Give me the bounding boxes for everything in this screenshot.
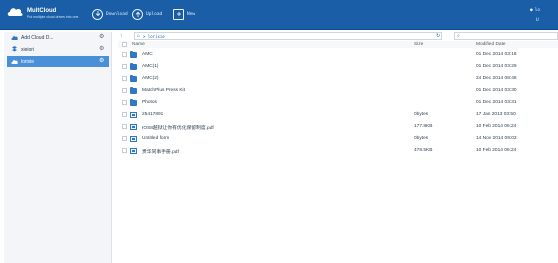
file-name[interactable]: IOS8越狱让你有优化保留制度.pdf (142, 124, 214, 131)
back-icon[interactable]: ↑ (120, 33, 123, 39)
file-date: 10 Feb 2014 06:24 (476, 124, 517, 129)
file-date: 10 Feb 2014 06:24 (476, 148, 517, 153)
folder-icon (130, 63, 137, 70)
row-checkbox[interactable] (122, 112, 127, 117)
file-date: 24 Dec 2014 08:46 (476, 76, 517, 81)
file-date: 01 Dec 2014 03:29 (476, 64, 517, 69)
user-menu[interactable]: ● lo (530, 8, 540, 13)
folder-icon (130, 51, 137, 58)
folder-icon (130, 99, 137, 106)
table-header: Name Size Modified Date (118, 41, 558, 48)
select-all-checkbox[interactable] (122, 42, 127, 47)
file-size: 177.8KB (414, 124, 433, 129)
breadcrumb: ⌂ > lorixie (134, 32, 442, 40)
file-size: 0bytes (414, 136, 429, 141)
file-date: 01 Dec 2014 03:31 (476, 100, 517, 105)
file-name[interactable]: 25417891 (142, 112, 163, 117)
upload-button[interactable]: Upload (132, 7, 162, 21)
file-name[interactable]: 贵华同事手册.pdf (142, 148, 179, 155)
file-browser: ↑ ⌂ > lorixie ↻ ⌕ Name Size Modified Dat… (114, 32, 558, 263)
file-name[interactable]: Untitled form (142, 136, 169, 141)
user-name: lo (534, 8, 541, 13)
row-checkbox[interactable] (122, 64, 127, 69)
file-date: 14 Nov 2014 09:03 (476, 136, 517, 141)
file-name[interactable]: MatchPlus Press Kit (142, 88, 185, 93)
row-checkbox[interactable] (122, 136, 127, 141)
gear-icon[interactable]: ⚙ (99, 46, 105, 52)
download-button[interactable]: Download (92, 7, 128, 21)
table-row[interactable]: 贵华同事手册.pdf 478.5KB 10 Feb 2014 06:24 (118, 145, 558, 156)
upload-icon (132, 8, 143, 20)
table-row[interactable]: MatchPlus Press Kit 01 Dec 2014 03:30 (118, 85, 558, 96)
file-icon (130, 136, 137, 142)
file-name[interactable]: AMC(2) (142, 76, 159, 81)
file-name[interactable]: AMC(1) (142, 64, 159, 69)
file-size: 478.5KB (414, 148, 433, 153)
sidebar-item-label: xieiori (21, 46, 35, 53)
sidebar-item-add-cloud[interactable]: Add Cloud D... ⚙ (7, 32, 109, 43)
file-date: 01 Dec 2014 03:30 (476, 88, 517, 93)
multcloud-logo-icon (7, 8, 23, 16)
file-icon (130, 124, 137, 130)
dropbox-icon (11, 46, 18, 53)
sidebar-item-label: lorixie (21, 58, 35, 65)
search-icon: ⌕ (457, 33, 460, 39)
user-secondary: U (536, 18, 539, 23)
folder-icon (130, 87, 137, 94)
table-row[interactable]: Untitled form 0bytes 14 Nov 2014 09:03 (118, 133, 558, 144)
refresh-icon[interactable]: ↻ (436, 33, 440, 39)
gear-icon[interactable]: ⚙ (99, 58, 105, 64)
upload-label: Upload (146, 11, 163, 17)
column-size[interactable]: Size (414, 42, 423, 47)
search-input[interactable]: ⌕ (454, 32, 558, 40)
row-checkbox[interactable] (122, 76, 127, 81)
path-bar: ↑ ⌂ > lorixie ↻ ⌕ (118, 32, 558, 41)
sidebar-item-label: Add Cloud D... (21, 34, 54, 41)
new-label: New (187, 11, 196, 17)
file-size: 0bytes (414, 112, 429, 117)
file-name[interactable]: Photos (142, 100, 157, 105)
brand-name: MultCloud (27, 8, 57, 14)
folder-icon (130, 75, 137, 82)
column-modified[interactable]: Modified Date (476, 42, 506, 47)
file-icon (130, 112, 137, 118)
new-folder-icon (173, 8, 184, 20)
brand-tagline: Put multiple cloud drives into one. (27, 15, 80, 19)
table-row[interactable]: 25417891 0bytes 17 Jan 2013 03:50 (118, 109, 558, 120)
row-checkbox[interactable] (122, 100, 127, 105)
file-name[interactable]: AMC (142, 52, 153, 57)
user-icon: ● (530, 8, 533, 13)
table-row[interactable]: AMC 01 Dec 2014 03:16 (118, 49, 558, 60)
table-row[interactable]: AMC(1) 01 Dec 2014 03:29 (118, 61, 558, 72)
breadcrumb-current[interactable]: > lorixie (143, 34, 165, 39)
app-header: MultCloud Put multiple cloud drives into… (0, 0, 558, 30)
file-date: 17 Jan 2013 03:50 (476, 112, 516, 117)
download-label: Download (106, 11, 128, 17)
cloud-icon (11, 58, 18, 65)
column-name[interactable]: Name (132, 42, 145, 47)
gear-icon[interactable]: ⚙ (99, 34, 105, 40)
row-checkbox[interactable] (122, 88, 127, 93)
sidebar: Add Cloud D... ⚙ xieiori ⚙ lorixie ⚙ (4, 32, 112, 263)
row-checkbox[interactable] (122, 148, 127, 153)
table-row[interactable]: AMC(2) 24 Dec 2014 08:46 (118, 73, 558, 84)
table-row[interactable]: IOS8越狱让你有优化保留制度.pdf 177.8KB 10 Feb 2014 06… (118, 121, 558, 132)
row-checkbox[interactable] (122, 52, 127, 57)
home-icon[interactable]: ⌂ (137, 33, 140, 39)
sidebar-item-xieiori[interactable]: xieiori ⚙ (7, 44, 109, 55)
row-checkbox[interactable] (122, 124, 127, 129)
download-icon (92, 8, 103, 20)
table-row[interactable]: Photos 01 Dec 2014 03:31 (118, 97, 558, 108)
file-icon (130, 148, 137, 154)
cloud-plus-icon (11, 34, 18, 41)
new-button[interactable]: New (173, 7, 195, 21)
file-date: 01 Dec 2014 03:16 (476, 52, 517, 57)
sidebar-item-lorixie[interactable]: lorixie ⚙ (7, 56, 109, 67)
